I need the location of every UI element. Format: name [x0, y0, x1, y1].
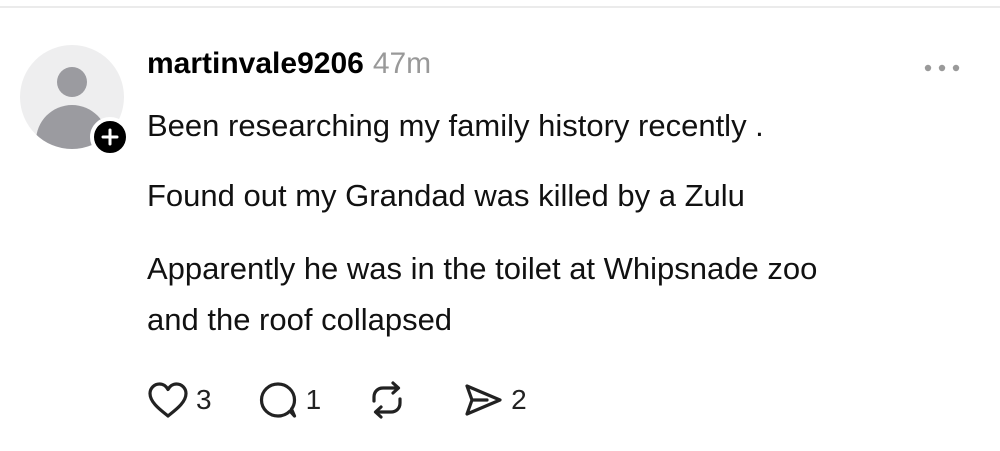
post-text-line: Apparently he was in the toilet at Whips…	[147, 251, 818, 286]
more-options-icon	[924, 64, 960, 72]
username-link[interactable]: martinvale9206	[147, 47, 364, 81]
reply-count: 1	[305, 384, 322, 415]
like-button[interactable]: 3	[146, 378, 212, 422]
avatar-head	[57, 67, 87, 97]
repost-icon	[372, 381, 402, 419]
repost-button[interactable]	[365, 378, 415, 422]
post-text-line: and the roof collapsed	[147, 302, 453, 337]
plus-icon	[101, 128, 119, 146]
post-actions: 3 1 2	[146, 378, 527, 422]
post-text-line: Been researching my family history recen…	[147, 108, 764, 143]
send-icon	[465, 384, 502, 416]
share-count: 2	[511, 384, 527, 415]
like-count: 3	[196, 384, 212, 415]
post-header: martinvale9206 47m	[147, 47, 431, 87]
follow-button[interactable]	[90, 117, 130, 157]
post-text-line: Found out my Grandad was killed by a Zul…	[147, 178, 745, 213]
comment-icon	[259, 382, 296, 418]
more-options-button[interactable]	[918, 56, 966, 80]
share-button[interactable]: 2	[461, 378, 527, 422]
reply-button[interactable]: 1	[256, 378, 322, 422]
heart-icon	[148, 382, 188, 418]
top-divider	[0, 6, 1000, 8]
post-timestamp: 47m	[372, 47, 432, 80]
